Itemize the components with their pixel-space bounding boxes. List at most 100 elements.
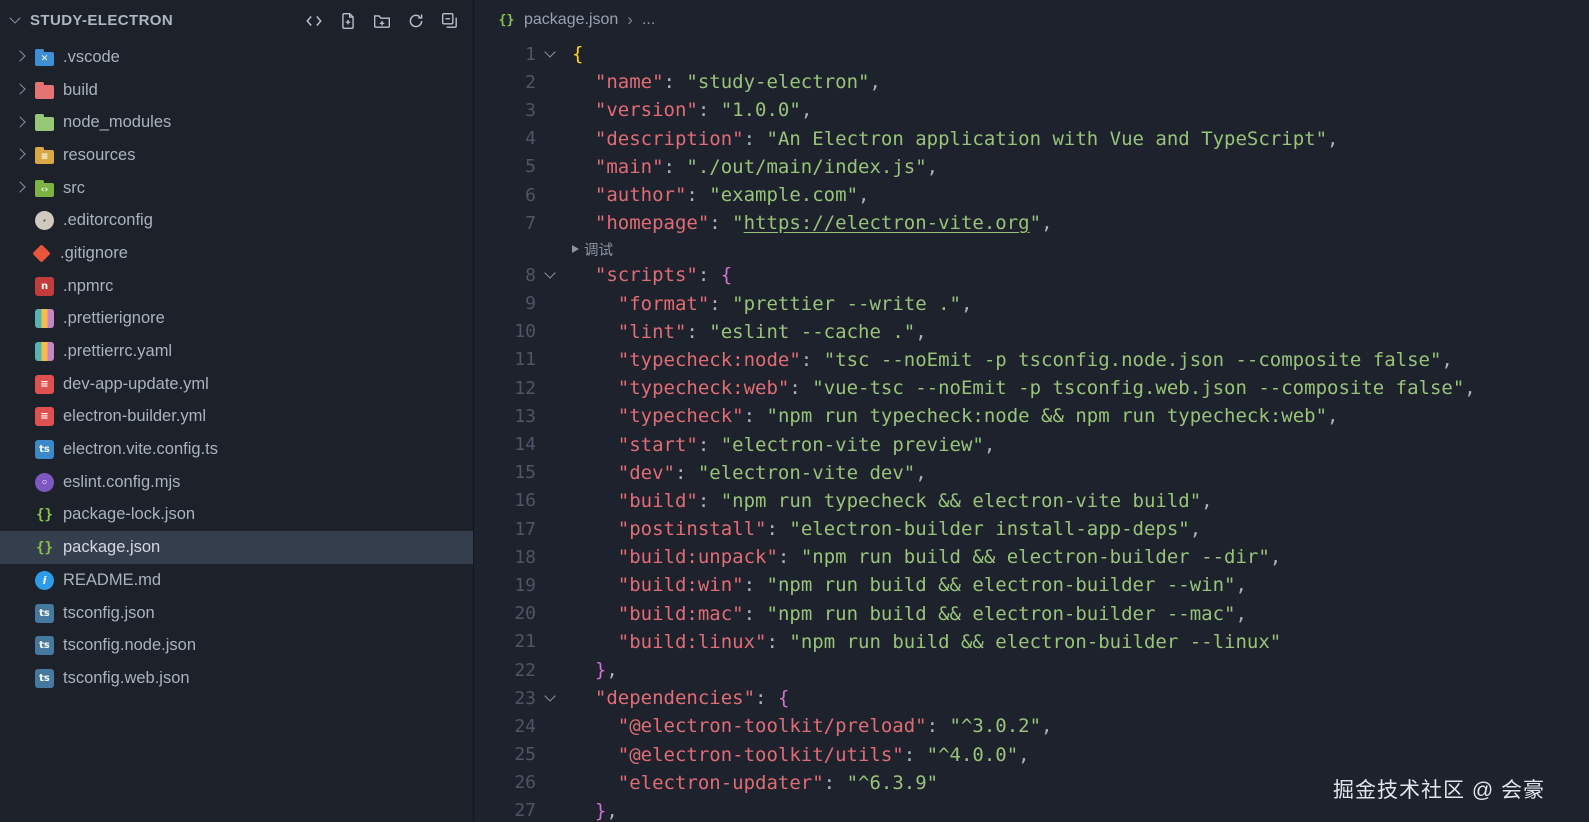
tree-folder-resources[interactable]: ≡ resources xyxy=(0,139,473,172)
tree-folder-node_modules[interactable]: node_modules xyxy=(0,106,473,139)
tree-file-.gitignore[interactable]: .gitignore xyxy=(0,237,473,270)
editor-pane: {} package.json › ... 1{2 "name": "study… xyxy=(473,0,1589,822)
line-number: 16 xyxy=(514,490,536,512)
code-line-25[interactable]: 25 "@electron-toolkit/utils": "^4.0.0", xyxy=(474,741,1589,769)
codelens-debug[interactable]: 调试 xyxy=(474,237,1589,261)
file-label: electron.vite.config.ts xyxy=(63,440,218,459)
tree-file-tsconfig.web.json[interactable]: ts tsconfig.web.json xyxy=(0,662,473,695)
code-line-24[interactable]: 24 "@electron-toolkit/preload": "^3.0.2"… xyxy=(474,712,1589,740)
file-label: .vscode xyxy=(63,47,120,66)
code-line-7[interactable]: 7 "homepage": "https://electron-vite.org… xyxy=(474,209,1589,237)
chevron-right-icon xyxy=(12,342,32,362)
code-line-8[interactable]: 8 "scripts": { xyxy=(474,261,1589,289)
fold-chevron-icon[interactable] xyxy=(536,46,563,58)
vscode-folder-icon: ✕ xyxy=(35,48,54,66)
line-number: 20 xyxy=(514,603,536,625)
chevron-right-icon xyxy=(12,211,32,231)
code-line-23[interactable]: 23 "dependencies": { xyxy=(474,684,1589,712)
chevron-down-icon[interactable] xyxy=(6,11,26,31)
tsconfig-icon: ts xyxy=(35,603,54,623)
src-folder-icon: ‹› xyxy=(35,179,54,197)
editorconfig-icon: · xyxy=(35,211,54,231)
new-folder-icon[interactable] xyxy=(373,12,391,30)
code-line-10[interactable]: 10 "lint": "eslint --cache .", xyxy=(474,318,1589,346)
code-line-1[interactable]: 1{ xyxy=(474,40,1589,68)
tree-file-.prettierignore[interactable]: .prettierignore xyxy=(0,303,473,336)
line-number: 26 xyxy=(514,772,536,794)
code-line-5[interactable]: 5 "main": "./out/main/index.js", xyxy=(474,153,1589,181)
collapse-all-icon[interactable] xyxy=(441,12,459,30)
explorer-actions xyxy=(305,12,459,30)
code-line-15[interactable]: 15 "dev": "electron-vite dev", xyxy=(474,459,1589,487)
chevron-right-icon xyxy=(12,570,32,590)
tree-file-eslint.config.mjs[interactable]: ◦ eslint.config.mjs xyxy=(0,466,473,499)
line-number: 21 xyxy=(514,631,536,653)
code-line-3[interactable]: 3 "version": "1.0.0", xyxy=(474,96,1589,124)
code-line-18[interactable]: 18 "build:unpack": "npm run build && ele… xyxy=(474,543,1589,571)
line-number: 24 xyxy=(514,715,536,737)
line-number: 6 xyxy=(525,184,536,206)
resources-folder-icon: ≡ xyxy=(35,146,54,164)
breadcrumb-separator-icon: › xyxy=(627,10,633,29)
chevron-right-icon[interactable] xyxy=(12,178,32,198)
line-number: 1 xyxy=(525,43,536,65)
tsconfig-icon: ts xyxy=(35,636,54,656)
code-line-16[interactable]: 16 "build": "npm run typecheck && electr… xyxy=(474,487,1589,515)
code-icon[interactable] xyxy=(305,12,323,30)
file-label: .npmrc xyxy=(63,276,114,295)
code-lines: 1{2 "name": "study-electron", 3 "version"… xyxy=(474,40,1589,822)
tree-file-package.json[interactable]: {} package.json xyxy=(0,531,473,564)
watermark: 掘金技术社区 @ 会豪 xyxy=(1333,779,1545,802)
tree-file-.npmrc[interactable]: n .npmrc xyxy=(0,270,473,303)
chevron-right-icon[interactable] xyxy=(12,113,32,133)
code-line-19[interactable]: 19 "build:win": "npm run build && electr… xyxy=(474,571,1589,599)
fold-chevron-icon[interactable] xyxy=(536,690,563,702)
chevron-right-icon[interactable] xyxy=(12,47,32,67)
code-line-13[interactable]: 13 "typecheck": "npm run typecheck:node … xyxy=(474,402,1589,430)
refresh-icon[interactable] xyxy=(407,12,425,30)
tree-file-dev-app-update.yml[interactable]: ≡ dev-app-update.yml xyxy=(0,368,473,401)
code-line-2[interactable]: 2 "name": "study-electron", xyxy=(474,68,1589,96)
code-line-14[interactable]: 14 "start": "electron-vite preview", xyxy=(474,430,1589,458)
code-text: "main": "./out/main/index.js", xyxy=(594,155,939,178)
fold-chevron-icon[interactable] xyxy=(536,267,563,280)
code-text: "postinstall": "electron-builder install… xyxy=(617,518,1202,541)
breadcrumb-file[interactable]: package.json xyxy=(524,11,618,29)
tree-file-tsconfig.node.json[interactable]: ts tsconfig.node.json xyxy=(0,629,473,662)
chevron-right-icon[interactable] xyxy=(12,145,32,165)
code-line-22[interactable]: 22 }, xyxy=(474,656,1589,684)
code-line-20[interactable]: 20 "build:mac": "npm run build && electr… xyxy=(474,600,1589,628)
tree-folder-build[interactable]: build xyxy=(0,74,473,107)
chevron-right-icon[interactable] xyxy=(12,80,32,100)
code-line-17[interactable]: 17 "postinstall": "electron-builder inst… xyxy=(474,515,1589,543)
tree-file-README.md[interactable]: i README.md xyxy=(0,564,473,597)
line-number: 7 xyxy=(525,212,536,234)
code-line-6[interactable]: 6 "author": "example.com", xyxy=(474,181,1589,209)
chevron-right-icon xyxy=(12,505,32,525)
code-text: "build:mac": "npm run build && electron-… xyxy=(617,602,1247,625)
tree-file-tsconfig.json[interactable]: ts tsconfig.json xyxy=(0,597,473,630)
code-line-21[interactable]: 21 "build:linux": "npm run build && elec… xyxy=(474,628,1589,656)
tree-file-.prettierrc.yaml[interactable]: .prettierrc.yaml xyxy=(0,335,473,368)
code-line-4[interactable]: 4 "description": "An Electron applicatio… xyxy=(474,125,1589,153)
tree-folder-.vscode[interactable]: ✕ .vscode xyxy=(0,41,473,74)
line-number: 2 xyxy=(525,71,536,93)
tree-file-electron-builder.yml[interactable]: ≡ electron-builder.yml xyxy=(0,401,473,434)
breadcrumb-more[interactable]: ... xyxy=(642,11,655,29)
tree-file-.editorconfig[interactable]: · .editorconfig xyxy=(0,204,473,237)
tree-file-package-lock.json[interactable]: {} package-lock.json xyxy=(0,499,473,532)
tsconfig-icon: ts xyxy=(35,668,54,688)
code-line-9[interactable]: 9 "format": "prettier --write .", xyxy=(474,290,1589,318)
typescript-config-icon: ts xyxy=(35,440,54,460)
npm-icon: n xyxy=(35,276,54,296)
code-text: "typecheck:web": "vue-tsc --noEmit -p ts… xyxy=(617,377,1476,400)
file-label: build xyxy=(63,80,98,99)
code-line-12[interactable]: 12 "typecheck:web": "vue-tsc --noEmit -p… xyxy=(474,374,1589,402)
new-file-icon[interactable] xyxy=(339,12,357,30)
code-line-11[interactable]: 11 "typecheck:node": "tsc --noEmit -p ts… xyxy=(474,346,1589,374)
tree-folder-src[interactable]: ‹› src xyxy=(0,172,473,205)
chevron-right-icon xyxy=(12,538,32,558)
file-tree: ✕ .vscode build node_modules ≡ resources ‹› src… xyxy=(0,41,473,695)
code-text: "build:unpack": "npm run build && electr… xyxy=(617,546,1282,569)
tree-file-electron.vite.config.ts[interactable]: ts electron.vite.config.ts xyxy=(0,433,473,466)
